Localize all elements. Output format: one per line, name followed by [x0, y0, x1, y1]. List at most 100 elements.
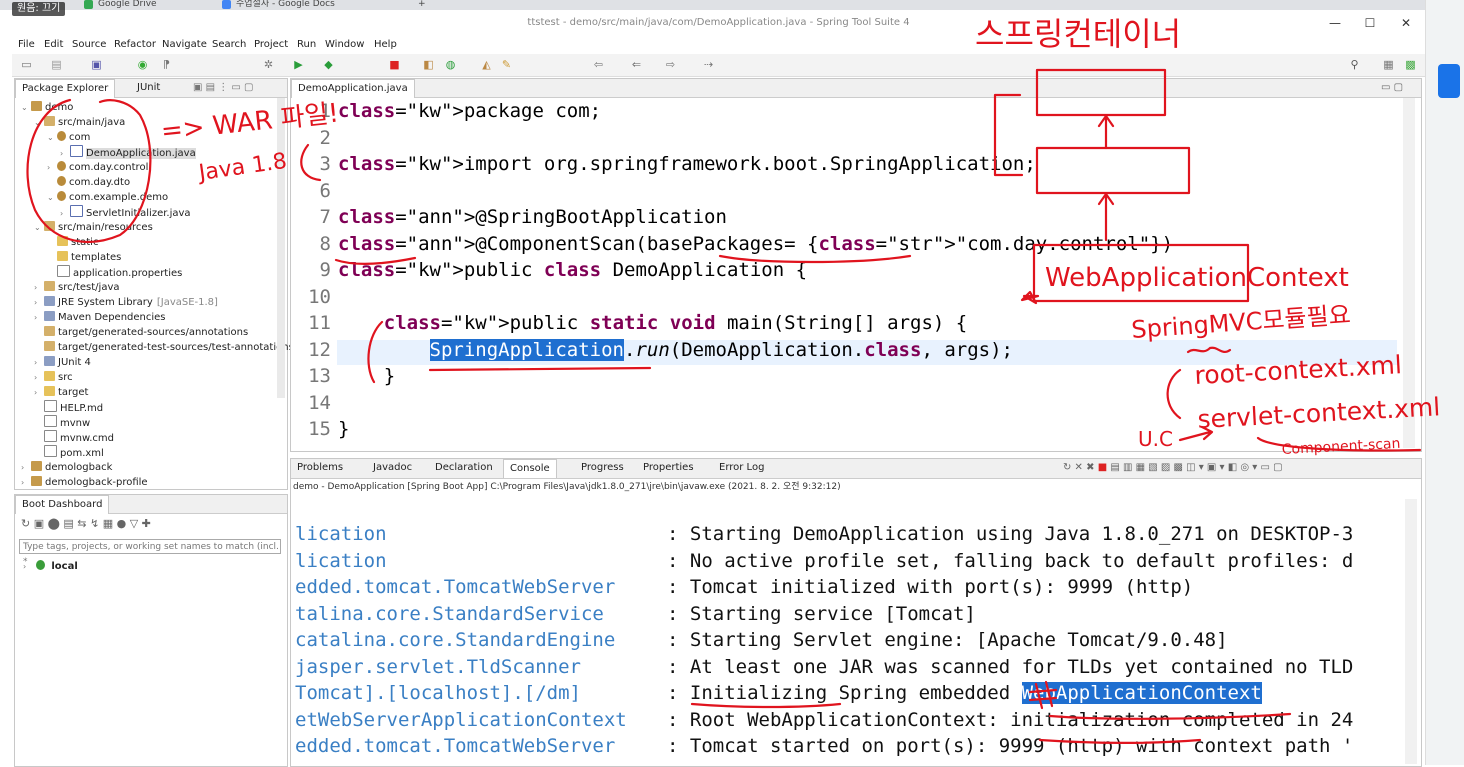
save-icon[interactable]: ▤ — [50, 58, 63, 71]
tree-item[interactable]: ⌄ com — [47, 130, 90, 145]
tree-item[interactable]: ⌄ demo — [21, 100, 73, 115]
tab-javadoc[interactable]: Javadoc — [373, 459, 412, 477]
editor-scrollbar[interactable] — [1403, 98, 1415, 448]
tab-error-log[interactable]: Error Log — [719, 459, 764, 477]
tree-item[interactable]: ⌄ src/main/resources — [34, 220, 153, 235]
chevron-right-icon[interactable]: › — [34, 370, 44, 385]
tree-scrollbar[interactable] — [277, 98, 285, 398]
boot-dashboard-item-local[interactable]: › local — [23, 559, 78, 574]
tree-item[interactable]: › JUnit 4 — [34, 355, 91, 370]
minimize-button[interactable]: — — [1317, 10, 1353, 36]
code-line[interactable]: class="kw">public static void main(Strin… — [338, 312, 967, 334]
tree-item[interactable]: › ServletInitializer.java — [60, 205, 191, 220]
tree-item[interactable]: mvnw — [34, 415, 90, 430]
chevron-right-icon[interactable]: › — [34, 280, 44, 295]
tab-properties[interactable]: Properties — [643, 459, 694, 477]
menu-run[interactable]: Run — [297, 36, 316, 54]
spring-perspective-icon[interactable]: ▩ — [1404, 58, 1417, 71]
chevron-right-icon[interactable]: › — [23, 559, 33, 574]
search-icon-toolbar[interactable]: ✎ — [500, 58, 513, 71]
menu-help[interactable]: Help — [374, 36, 397, 54]
chevron-right-icon[interactable]: › — [34, 355, 44, 370]
chevron-right-icon[interactable]: › — [47, 160, 57, 175]
chevron-right-icon[interactable]: › — [34, 310, 44, 325]
menu-file[interactable]: File — [18, 36, 35, 54]
tree-item[interactable]: › demologback — [21, 460, 112, 475]
tab-declaration[interactable]: Declaration — [435, 459, 493, 477]
tab-problems[interactable]: Problems — [297, 459, 343, 477]
tree-item[interactable]: target/generated-sources/annotations — [34, 325, 248, 340]
back-icon[interactable]: ⇦ — [592, 58, 605, 71]
tree-item[interactable]: static — [47, 235, 98, 250]
tree-item[interactable]: › src — [34, 370, 73, 385]
close-button[interactable]: ✕ — [1388, 10, 1424, 36]
lock-icon[interactable] — [1438, 64, 1460, 98]
new-tab-button[interactable]: + — [414, 0, 438, 10]
new-icon[interactable]: ▭ — [20, 58, 33, 71]
pin-icon[interactable]: ⁋ — [160, 58, 173, 71]
tree-item[interactable]: › demologback-profile — [21, 475, 148, 490]
tab-boot-dashboard[interactable]: Boot Dashboard — [15, 495, 110, 514]
menu-navigate[interactable]: Navigate — [162, 36, 207, 54]
tree-item[interactable]: ⌄ src/main/java — [34, 115, 125, 130]
tab-junit[interactable]: JUnit — [137, 79, 160, 97]
tree-item[interactable]: › JRE System Library [JavaSE-1.8] — [34, 295, 218, 310]
chevron-down-icon[interactable]: ⌄ — [47, 130, 57, 145]
tab-package-explorer[interactable]: Package Explorer — [15, 79, 116, 98]
terminal-icon[interactable]: ▣ — [90, 58, 103, 71]
code-line[interactable]: } — [338, 365, 395, 387]
open-type-icon[interactable]: ◭ — [480, 58, 493, 71]
code-line[interactable]: class="kw">package com; — [338, 100, 601, 122]
coverage-icon[interactable]: ◆ — [322, 58, 335, 71]
code-line[interactable]: class="ann">@SpringBootApplication — [338, 206, 727, 228]
chevron-down-icon[interactable]: ⌄ — [34, 220, 44, 235]
menu-refactor[interactable]: Refactor — [114, 36, 156, 54]
chevron-down-icon[interactable]: ⌄ — [47, 190, 57, 205]
code-line[interactable]: class="ann">@ComponentScan(basePackages=… — [338, 233, 1173, 255]
new-class-icon[interactable]: ◍ — [444, 58, 457, 71]
tree-item[interactable]: › DemoApplication.java — [60, 145, 196, 160]
tree-item[interactable]: target/generated-test-sources/test-annot… — [34, 340, 294, 355]
menu-edit[interactable]: Edit — [44, 36, 63, 54]
chevron-right-icon[interactable]: › — [60, 206, 70, 221]
tree-item[interactable]: › src/test/java — [34, 280, 120, 295]
spring-icon[interactable]: ◉ — [136, 58, 149, 71]
boot-dashboard-toolbar[interactable]: ↻ ▣ ⬤ ▤ ⇆ ↯ ▦ ● ▽ ✚ — [21, 517, 151, 530]
browser-tab-drive[interactable]: Google Drive — [80, 0, 218, 10]
tab-demoapplication-java[interactable]: DemoApplication.java — [291, 79, 415, 98]
tab-console[interactable]: Console — [503, 459, 557, 478]
console-toolbar-icons[interactable]: ↻ ✕ ✖ ■ ▤ ▥ ▦ ▧ ▨ ▩ ◫ ▾ ▣ ▾ ◧ ◎ ▾ ▭ ▢ — [1063, 459, 1283, 477]
chevron-right-icon[interactable]: › — [34, 295, 44, 310]
console-scrollbar[interactable] — [1405, 499, 1417, 764]
menu-search[interactable]: Search — [212, 36, 246, 54]
perspective-icon[interactable]: ▦ — [1382, 58, 1395, 71]
chevron-right-icon[interactable]: › — [34, 385, 44, 400]
quick-access-search-icon[interactable]: ⚲ — [1348, 58, 1361, 71]
chevron-down-icon[interactable]: ⌄ — [34, 115, 44, 130]
debug-icon[interactable]: ✲ — [262, 58, 275, 71]
editor-window-controls[interactable]: ▭ ▢ — [1381, 79, 1403, 97]
code-line[interactable]: } — [338, 418, 349, 440]
code-line[interactable]: SpringApplication.run(DemoApplication.cl… — [338, 338, 1013, 361]
tree-item[interactable]: › com.day.control — [47, 160, 148, 175]
code-line[interactable]: class="kw">import org.springframework.bo… — [338, 153, 1036, 175]
code-area[interactable]: 1 class="kw">package com; 2 3 class="kw">imp… — [291, 98, 1401, 448]
chevron-right-icon[interactable]: › — [21, 475, 31, 490]
code-line[interactable]: class="kw">public class DemoApplication … — [338, 259, 807, 281]
chevron-right-icon[interactable]: › — [60, 146, 70, 161]
forward-icon[interactable]: ⇨ — [664, 58, 677, 71]
tree-item[interactable]: ⌄ com.example.demo — [47, 190, 168, 205]
tree-item[interactable]: templates — [47, 250, 121, 265]
console-output[interactable]: lication: Starting DemoApplication using… — [291, 495, 1403, 765]
menu-window[interactable]: Window — [325, 36, 364, 54]
stop-icon[interactable]: ■ — [388, 58, 401, 71]
run-icon[interactable]: ▶ — [292, 58, 305, 71]
tree-item[interactable]: › Maven Dependencies — [34, 310, 166, 325]
prev-edit-icon[interactable]: ⇐ — [630, 58, 643, 71]
tree-item[interactable]: pom.xml — [34, 445, 104, 460]
tree-item[interactable]: mvnw.cmd — [34, 430, 114, 445]
tree-item[interactable]: HELP.md — [34, 400, 103, 415]
tree-item[interactable]: application.properties — [47, 265, 182, 280]
chevron-right-icon[interactable]: › — [21, 460, 31, 475]
menu-project[interactable]: Project — [254, 36, 288, 54]
